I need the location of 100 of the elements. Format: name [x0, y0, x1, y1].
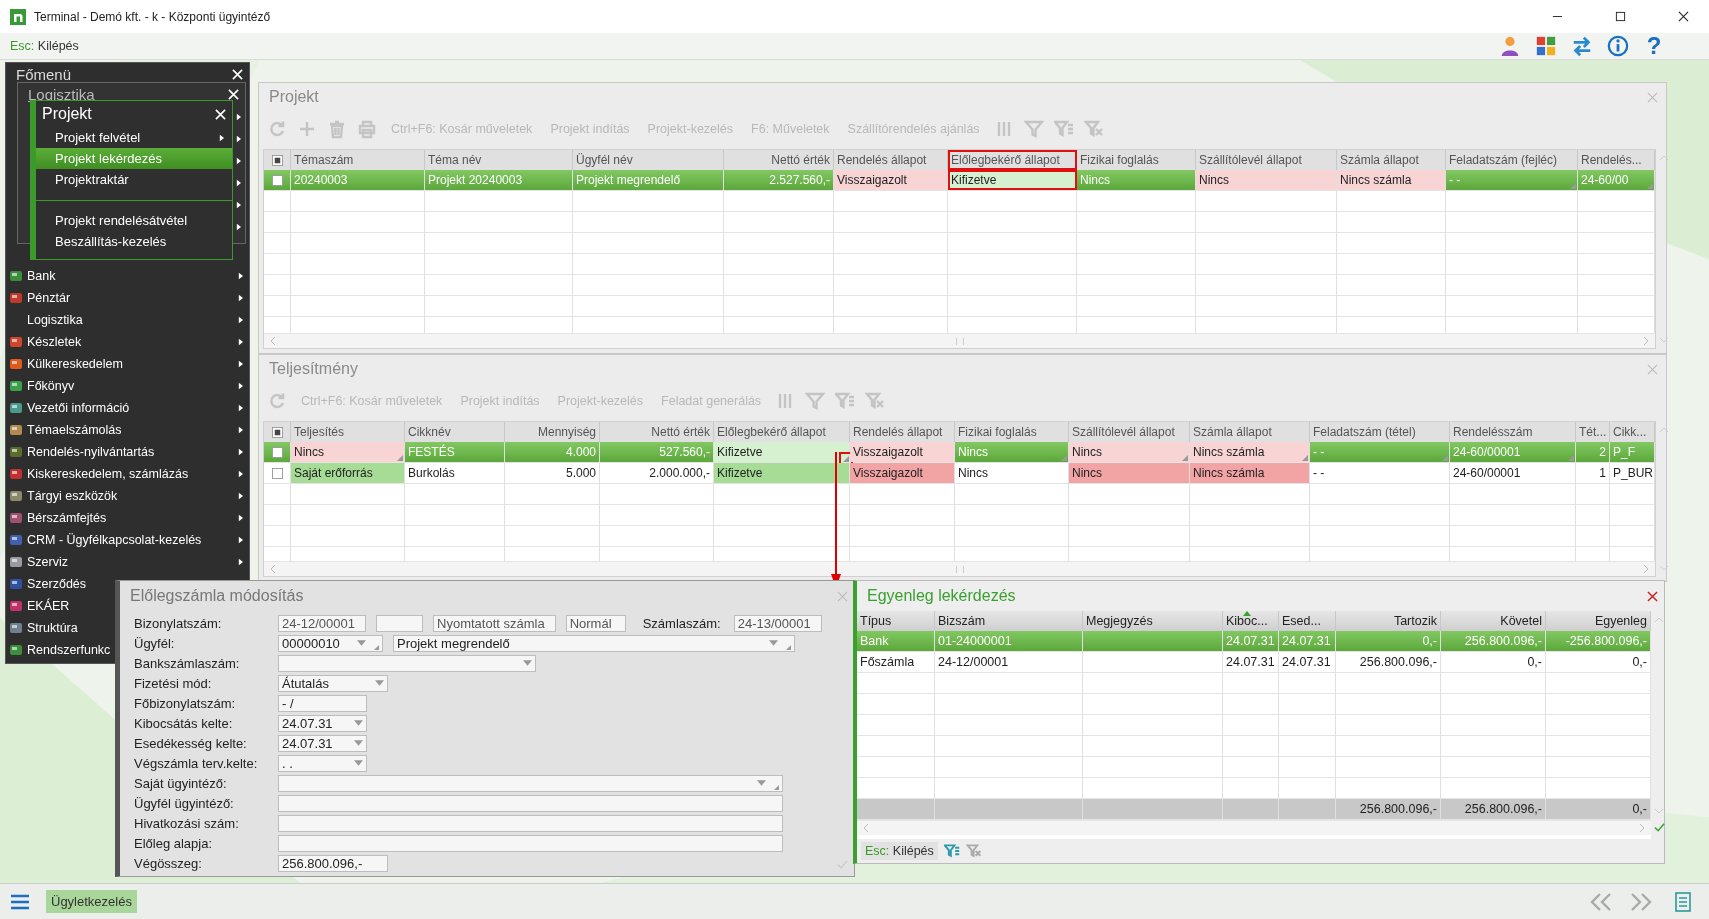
caret-down-icon[interactable] — [523, 660, 532, 666]
menu-item[interactable]: Bérszámfejtés — [6, 507, 249, 529]
menu-item[interactable]: Készletek — [6, 331, 249, 353]
document-icon[interactable] — [1675, 891, 1691, 912]
readonly-field[interactable] — [376, 614, 423, 632]
table-row[interactable]: Főszámla 24-12/00001 24.07.31 24.07.31 256.800.096,- 0,- 0,- — [857, 652, 1651, 673]
check-icon[interactable] — [1653, 822, 1665, 833]
chevron-down-icon[interactable] — [1659, 565, 1669, 571]
chevron-left-icon[interactable] — [863, 823, 869, 833]
dropdown-field[interactable]: Projekt megrendelő — [393, 634, 795, 652]
caret-down-icon[interactable] — [375, 680, 384, 686]
menu-item[interactable]: EKÁER — [6, 595, 70, 617]
chevron-down-icon[interactable] — [1659, 337, 1669, 343]
select-all-checkbox[interactable] — [271, 154, 283, 166]
exit-button[interactable]: Esc: Kilépés — [6, 37, 83, 55]
maximize-icon[interactable] — [1615, 11, 1626, 22]
filter-clear-icon[interactable] — [965, 843, 982, 859]
menu-item[interactable]: Tárgyi eszközök — [6, 485, 249, 507]
info-icon[interactable] — [1607, 35, 1629, 57]
filter-icon[interactable] — [943, 843, 960, 859]
menu-item[interactable]: Külkereskedelem — [6, 353, 249, 375]
double-chevron-right-icon[interactable] — [1629, 891, 1653, 912]
corner-triangle-icon[interactable] — [774, 784, 779, 790]
select-all-checkbox[interactable] — [271, 426, 283, 438]
input-field[interactable] — [278, 814, 783, 832]
dropdown-field[interactable]: 00000010 — [278, 634, 383, 652]
close-icon[interactable] — [1678, 11, 1689, 22]
table-row[interactable]: Nincs FESTÉS 4.000 527.560,- Kifizetve Visszaigazolt Nincs Nincs Nincs számla - - 24-60/00001 2 P_F — [264, 442, 1655, 463]
date-field[interactable]: 24.07.31 — [278, 714, 367, 732]
menu-item[interactable]: Rendszerfunkc — [6, 639, 111, 661]
table-row[interactable]: Saját erőforrás Burkolás 5.000 2.000.000,- Kifizetve Visszaigazolt Nincs Nincs Nincs számla - - 24-60/00001 1 P_BUR — [264, 463, 1655, 484]
corner-triangle-icon[interactable] — [1182, 455, 1188, 461]
menu-item[interactable]: Struktúra — [6, 617, 78, 639]
date-field[interactable]: 24.07.31 — [278, 734, 367, 752]
menu-item[interactable]: Projekt rendelésátvétel — [36, 210, 232, 231]
menu-item[interactable]: Pénztár — [6, 287, 249, 309]
date-field[interactable]: . . — [278, 754, 367, 772]
checkbox[interactable] — [271, 174, 283, 186]
tiles-icon[interactable] — [1535, 35, 1557, 57]
caret-down-icon[interactable] — [354, 720, 363, 726]
menu-item[interactable]: Témaelszámolás — [6, 419, 249, 441]
checkbox[interactable] — [271, 467, 283, 479]
corner-triangle-icon[interactable] — [786, 644, 791, 650]
corner-triangle-icon[interactable] — [1302, 455, 1308, 461]
scrollbar[interactable] — [264, 333, 1655, 348]
dropdown-field[interactable] — [278, 774, 783, 792]
menu-item[interactable]: Beszállítás-kezelés — [36, 231, 232, 252]
user-icon[interactable] — [1499, 35, 1521, 57]
menu-icon[interactable] — [10, 893, 30, 910]
corner-triangle-icon[interactable] — [1647, 183, 1653, 189]
chevron-left-icon[interactable] — [270, 336, 276, 346]
chevron-up-icon[interactable] — [1654, 617, 1664, 623]
chevron-right-icon[interactable] — [1643, 336, 1649, 346]
corner-triangle-icon[interactable] — [1442, 455, 1448, 461]
corner-triangle-icon[interactable] — [1570, 183, 1576, 189]
caret-down-icon[interactable] — [757, 780, 766, 786]
input-field[interactable] — [278, 794, 783, 812]
input-field[interactable]: - / — [278, 694, 367, 712]
menu-item[interactable]: Szerviz — [6, 551, 249, 573]
menu-item[interactable]: CRM - Ügyfélkapcsolat-kezelés — [6, 529, 249, 551]
corner-triangle-icon[interactable] — [1568, 455, 1574, 461]
input-field[interactable] — [278, 834, 783, 852]
caret-down-icon[interactable] — [357, 640, 366, 646]
menu-item[interactable]: Vezetői információ — [6, 397, 249, 419]
chevron-up-icon[interactable] — [1659, 155, 1669, 161]
checkbox[interactable] — [271, 446, 283, 458]
chevron-left-icon[interactable] — [270, 564, 276, 574]
scrollbar[interactable] — [264, 561, 1655, 576]
dropdown-field[interactable]: Átutalás — [278, 674, 388, 692]
caret-down-icon[interactable] — [769, 640, 778, 646]
menu-item[interactable]: Projekt felvétel — [36, 127, 232, 148]
chevron-right-icon[interactable] — [1643, 564, 1649, 574]
scrollbar[interactable] — [857, 820, 1651, 835]
caret-down-icon[interactable] — [354, 760, 363, 766]
chevron-right-icon[interactable] — [1639, 823, 1645, 833]
menu-item[interactable]: Bank — [6, 265, 249, 287]
double-chevron-left-icon[interactable] — [1589, 891, 1613, 912]
chevron-up-icon[interactable] — [1659, 427, 1669, 433]
menu-item[interactable]: Logisztika — [6, 309, 249, 331]
corner-triangle-icon[interactable] — [397, 455, 403, 461]
corner-triangle-icon[interactable] — [843, 456, 849, 462]
menu-item[interactable]: Szerződés — [6, 573, 87, 595]
table-row[interactable]: 20240003 Projekt 20240003 Projekt megrendelő 2.527.560,- Visszaigazolt Kifizetve Nincs Nincs Nincs számla - - 24-60/00 — [264, 170, 1655, 191]
menu-item[interactable]: Projektraktár — [36, 169, 232, 190]
menu-item[interactable]: Kiskereskedelem, számlázás — [6, 463, 249, 485]
swap-arrows-icon[interactable] — [1571, 35, 1593, 57]
menu-item[interactable]: Rendelés-nyilvántartás — [6, 441, 249, 463]
dropdown-field[interactable] — [278, 654, 536, 672]
column-header[interactable]: Előlegbekérő állapot — [948, 150, 1077, 170]
readonly-field[interactable]: Normál — [565, 614, 626, 632]
help-icon[interactable]: ? — [1643, 34, 1665, 58]
corner-triangle-icon[interactable] — [1061, 455, 1067, 461]
readonly-field[interactable]: Nyomtatott számla — [433, 614, 556, 632]
amount-field[interactable]: 256.800.096,- — [278, 854, 388, 872]
readonly-field[interactable]: 24-13/00001 — [733, 614, 822, 632]
taskbar-tab[interactable]: Ügyletkezelés — [46, 890, 137, 913]
caret-down-icon[interactable] — [354, 740, 363, 746]
exit-button[interactable]: Esc: Kilépés — [861, 842, 938, 860]
menu-item[interactable]: Főkönyv — [6, 375, 249, 397]
corner-triangle-icon[interactable] — [374, 644, 379, 650]
